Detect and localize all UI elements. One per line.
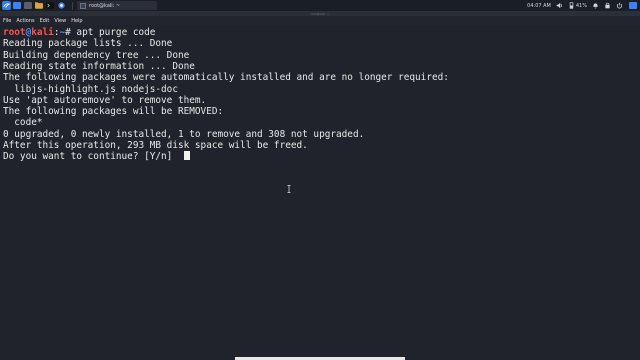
panel-separator — [72, 1, 73, 10]
battery-indicator[interactable]: 41% — [568, 2, 587, 9]
prompt-hash: # — [65, 27, 77, 38]
taskbar-title: root@kali: ~ — [89, 2, 121, 9]
battery-percent: 41% — [575, 2, 587, 9]
prompt-line: root@kali:~# apt purge code — [3, 27, 155, 38]
confirm-line: Do you want to continue? [Y/n] — [3, 151, 190, 162]
output-line: code* — [3, 117, 43, 129]
command-text: apt purge code — [76, 27, 156, 38]
mouse-ibeam-icon — [287, 185, 291, 193]
terminal-menubar: File Actions Edit View Help — [0, 16, 640, 25]
menu-actions[interactable]: Actions — [16, 18, 34, 24]
workspace-1-button[interactable] — [13, 2, 21, 9]
volume-icon[interactable] — [556, 2, 563, 9]
taskbar-terminal-button[interactable]: root@kali: ~ — [77, 1, 157, 10]
browser-icon[interactable] — [57, 2, 65, 9]
file-manager-icon[interactable] — [35, 2, 43, 9]
menu-help[interactable]: Help — [71, 18, 82, 24]
output-line: Use 'apt autoremove' to remove them. — [3, 94, 207, 106]
menu-view[interactable]: View — [54, 18, 66, 24]
system-tray: 04:07 AM 41% — [527, 0, 640, 11]
text-cursor — [183, 151, 190, 161]
output-line: Building dependency tree ... Done — [3, 49, 190, 61]
output-line: Reading package lists ... Done — [3, 38, 173, 50]
prompt-host: kali — [31, 27, 54, 38]
menu-edit[interactable]: Edit — [40, 18, 50, 24]
menu-file[interactable]: File — [3, 18, 11, 24]
confirm-question: Do you want to continue? [Y/n] — [3, 151, 178, 163]
output-line: The following packages will be REMOVED: — [3, 106, 224, 118]
prompt-user: root — [3, 27, 26, 38]
workspace-2-button[interactable] — [24, 2, 32, 9]
output-line: After this operation, 293 MB disk space … — [3, 140, 308, 151]
top-panel: root@kali: ~ 04:07 AM 41% — [0, 0, 640, 12]
terminal-window-icon — [80, 2, 86, 9]
terminal-icon[interactable] — [46, 2, 54, 9]
terminal-area[interactable]: root@kali:~# apt purge code Reading pack… — [0, 25, 640, 360]
output-line: The following packages were automaticall… — [3, 72, 449, 84]
battery-icon — [569, 2, 574, 9]
bell-icon[interactable] — [592, 2, 599, 9]
lock-icon[interactable] — [604, 2, 611, 9]
power-icon[interactable] — [616, 2, 623, 9]
output-line: libjs-highlight.js nodejs-doc — [3, 83, 178, 95]
show-desktop-button[interactable] — [629, 2, 637, 9]
clock[interactable]: 04:07 AM — [527, 3, 551, 9]
output-line: 0 upgraded, 0 newly installed, 1 to remo… — [3, 128, 365, 140]
output-line: Reading state information ... Done — [3, 60, 195, 72]
kali-menu-icon[interactable] — [2, 1, 11, 10]
